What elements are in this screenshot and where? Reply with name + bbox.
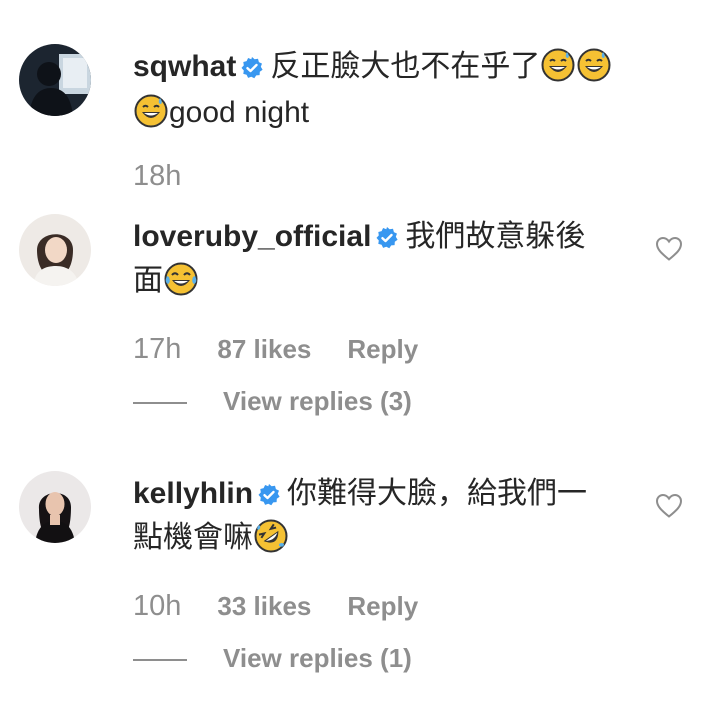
username[interactable]: loveruby_official xyxy=(133,220,371,253)
comment-body: sqwhat 反正臉大也不在乎了 good night xyxy=(133,47,633,139)
reply-button[interactable]: Reply xyxy=(347,334,418,365)
verified-badge-icon xyxy=(257,478,281,518)
comment-time[interactable]: 18h xyxy=(133,160,181,193)
avatar-sqwhat[interactable] xyxy=(19,44,91,116)
username[interactable]: kellyhlin xyxy=(133,477,253,510)
tears-of-joy-emoji xyxy=(164,262,198,307)
comment-text: 我們故意躲後 xyxy=(405,220,586,253)
grinning-sweat-emoji xyxy=(577,48,611,93)
grinning-sweat-emoji xyxy=(134,94,168,139)
comment-meta: 18h xyxy=(133,160,181,193)
view-replies-label: View replies (1) xyxy=(223,643,412,673)
avatar-loveruby[interactable] xyxy=(19,214,91,286)
comment-meta: 17h 87 likes Reply xyxy=(133,333,418,366)
like-heart-icon[interactable] xyxy=(655,493,683,524)
like-heart-icon[interactable] xyxy=(655,236,683,267)
comment-text: 你難得大臉，給我們一 xyxy=(287,477,588,510)
comment-text: 反正臉大也不在乎了 xyxy=(270,50,541,83)
verified-badge-icon xyxy=(375,221,399,261)
reply-button[interactable]: Reply xyxy=(347,591,418,622)
comment-time[interactable]: 10h xyxy=(133,590,181,623)
comment-text-continued: 面 xyxy=(133,264,163,297)
grinning-sweat-emoji xyxy=(541,48,575,93)
replies-divider xyxy=(133,659,187,662)
view-replies-button[interactable]: View replies (1) xyxy=(133,643,412,674)
comment-text-continued: good night xyxy=(169,96,310,129)
likes-count[interactable]: 33 likes xyxy=(217,591,311,622)
avatar-kellyhlin[interactable] xyxy=(19,471,91,543)
likes-count[interactable]: 87 likes xyxy=(217,334,311,365)
comment-text-continued: 點機會嘛 xyxy=(133,521,253,554)
rolling-laughing-emoji xyxy=(254,519,288,564)
comment-body: kellyhlin 你難得大臉，給我們一點機會嘛 xyxy=(133,474,633,564)
verified-badge-icon xyxy=(240,51,264,91)
username[interactable]: sqwhat xyxy=(133,50,236,83)
comment-body: loveruby_official 我們故意躲後面 xyxy=(133,217,633,307)
replies-divider xyxy=(133,402,187,405)
view-replies-button[interactable]: View replies (3) xyxy=(133,386,412,417)
comment-time[interactable]: 17h xyxy=(133,333,181,366)
view-replies-label: View replies (3) xyxy=(223,386,412,416)
comment-meta: 10h 33 likes Reply xyxy=(133,590,418,623)
